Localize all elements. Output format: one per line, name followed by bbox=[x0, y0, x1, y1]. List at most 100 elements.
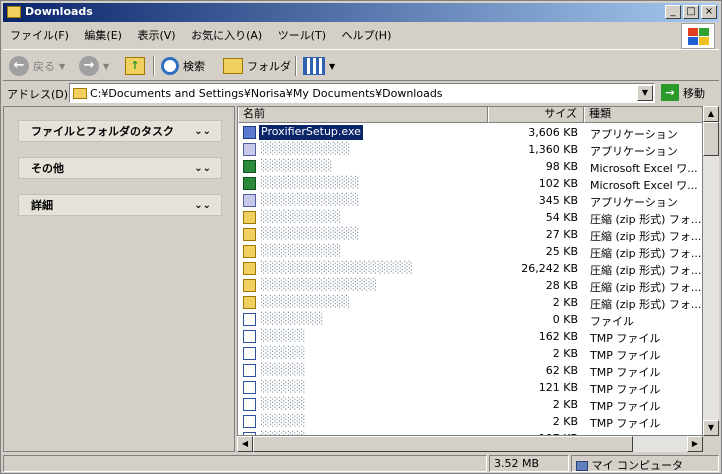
horizontal-scrollbar[interactable]: ◀ ▶ bbox=[237, 436, 703, 452]
column-header-name[interactable]: 名前 bbox=[238, 107, 488, 123]
menu-file[interactable]: ファイル(F) bbox=[5, 25, 74, 45]
chevron-double-down-icon[interactable]: ⌄⌄ bbox=[194, 126, 211, 137]
file-row[interactable]: ░░░░░░░░░░ 1,360 KB アプリケーション bbox=[238, 141, 702, 158]
folder-icon bbox=[7, 6, 21, 18]
scroll-left-button[interactable]: ◀ bbox=[237, 436, 253, 452]
file-size: 2 KB bbox=[552, 296, 578, 309]
app-icon bbox=[243, 143, 256, 156]
task-file-folder-tasks[interactable]: ファイルとフォルダのタスク ⌄⌄ bbox=[18, 120, 222, 142]
close-button[interactable]: × bbox=[701, 5, 717, 19]
scroll-thumb-horizontal[interactable] bbox=[253, 436, 633, 452]
file-row[interactable]: ░░░░░░░░░░░░░ 28 KB 圧縮 (zip 形式) フォ... bbox=[238, 277, 702, 294]
file-size: 0 KB bbox=[552, 313, 578, 326]
status-size: 3.52 MB bbox=[489, 455, 569, 472]
views-button[interactable]: ▼ bbox=[303, 54, 335, 78]
menu-tools[interactable]: ツール(T) bbox=[273, 25, 331, 45]
file-row[interactable]: ProxifierSetup.exe 3,606 KB アプリケーション bbox=[238, 124, 702, 141]
scroll-down-button[interactable]: ▼ bbox=[703, 420, 719, 436]
chevron-double-down-icon[interactable]: ⌄⌄ bbox=[194, 163, 211, 174]
file-row[interactable]: ░░░░░ 162 KB TMP ファイル bbox=[238, 328, 702, 345]
file-row[interactable]: ░░░░░░░░ 98 KB Microsoft Excel ワ... bbox=[238, 158, 702, 175]
scroll-right-button[interactable]: ▶ bbox=[687, 436, 703, 452]
address-path: C:¥Documents and Settings¥Norisa¥My Docu… bbox=[90, 87, 443, 100]
file-name: ░░░░░░░░░░░ bbox=[261, 227, 360, 240]
task-details[interactable]: 詳細 ⌄⌄ bbox=[18, 194, 222, 216]
app-icon bbox=[243, 194, 256, 207]
chevron-double-down-icon[interactable]: ⌄⌄ bbox=[194, 200, 211, 211]
file-size: 54 KB bbox=[545, 211, 578, 224]
search-button[interactable]: 検索 bbox=[161, 54, 205, 78]
folders-label: フォルダ bbox=[247, 60, 291, 73]
file-row[interactable]: ░░░░░ 62 KB TMP ファイル bbox=[238, 362, 702, 379]
file-row[interactable]: ░░░░░░░░░░░ 27 KB 圧縮 (zip 形式) フォ... bbox=[238, 226, 702, 243]
task-label: 詳細 bbox=[31, 199, 53, 212]
file-row[interactable]: ░░░░░ 2 KB TMP ファイル bbox=[238, 396, 702, 413]
vertical-scrollbar[interactable]: ▲ ▼ bbox=[703, 106, 719, 436]
views-icon bbox=[303, 57, 325, 75]
go-button[interactable]: → 移動 bbox=[661, 84, 705, 101]
file-row[interactable]: ░░░░░░░░░░░ 102 KB Microsoft Excel ワ... bbox=[238, 175, 702, 192]
file-row[interactable]: ░░░░░░░ 0 KB ファイル bbox=[238, 311, 702, 328]
file-row[interactable]: ░░░░░░░░░░ 2 KB 圧縮 (zip 形式) フォ... bbox=[238, 294, 702, 311]
file-type: アプリケーション bbox=[590, 128, 678, 141]
forward-arrow-icon: → bbox=[79, 56, 99, 76]
maximize-button[interactable]: □ bbox=[683, 5, 699, 19]
file-icon bbox=[243, 381, 256, 394]
column-header-size[interactable]: サイズ bbox=[488, 107, 584, 123]
menu-edit[interactable]: 編集(E) bbox=[79, 25, 127, 45]
file-row[interactable]: ░░░░░░░░░░░░░░░░░ 26,242 KB 圧縮 (zip 形式) フォ… bbox=[238, 260, 702, 277]
file-row[interactable]: ░░░░░░░░░░░ 345 KB アプリケーション bbox=[238, 192, 702, 209]
back-button[interactable]: ← 戻る ▼ bbox=[9, 54, 65, 78]
address-input[interactable]: C:¥Documents and Settings¥Norisa¥My Docu… bbox=[69, 83, 655, 103]
file-name: ░░░░░ bbox=[261, 329, 306, 342]
up-folder-button[interactable]: ↑ bbox=[125, 54, 145, 78]
menu-favorites[interactable]: お気に入り(A) bbox=[186, 25, 267, 45]
menu-help[interactable]: ヘルプ(H) bbox=[337, 25, 397, 45]
scroll-thumb-vertical[interactable] bbox=[703, 122, 719, 156]
file-type: TMP ファイル bbox=[590, 332, 661, 345]
file-icon bbox=[243, 330, 256, 343]
file-size: 62 KB bbox=[545, 364, 578, 377]
file-size: 162 KB bbox=[538, 330, 578, 343]
folder-up-icon: ↑ bbox=[125, 57, 145, 75]
back-label: 戻る bbox=[33, 60, 55, 73]
zip-icon bbox=[243, 262, 256, 275]
file-type: TMP ファイル bbox=[590, 349, 661, 362]
file-list[interactable]: 名前 サイズ 種類 ProxifierSetup.exe 3,606 KB アプリケ… bbox=[237, 106, 703, 436]
file-name: ░░░░░ bbox=[261, 380, 306, 393]
file-row[interactable]: ░░░░░ 2 KB TMP ファイル bbox=[238, 345, 702, 362]
file-type: 圧縮 (zip 形式) フォ... bbox=[590, 298, 702, 311]
excel-icon bbox=[243, 160, 256, 173]
file-row[interactable]: ░░░░░░░░░ 25 KB 圧縮 (zip 形式) フォ... bbox=[238, 243, 702, 260]
minimize-button[interactable]: _ bbox=[665, 5, 681, 19]
forward-button[interactable]: → ▼ bbox=[79, 54, 109, 78]
file-size: 2 KB bbox=[552, 398, 578, 411]
file-icon bbox=[243, 347, 256, 360]
task-other-places[interactable]: その他 ⌄⌄ bbox=[18, 157, 222, 179]
column-header-type[interactable]: 種類 bbox=[584, 107, 702, 123]
file-type: Microsoft Excel ワ... bbox=[590, 162, 698, 175]
status-location: マイ コンピュータ bbox=[571, 455, 719, 472]
file-type: アプリケーション bbox=[590, 196, 678, 209]
file-row[interactable]: ░░░░░░░░░ 54 KB 圧縮 (zip 形式) フォ... bbox=[238, 209, 702, 226]
zip-icon bbox=[243, 211, 256, 224]
file-name: ░░░░░ bbox=[261, 363, 306, 376]
file-size: 2 KB bbox=[552, 415, 578, 428]
file-name: ░░░░░░░░░░░░░░░░░ bbox=[261, 261, 414, 274]
scrollbar-corner bbox=[703, 436, 719, 452]
status-panel-empty bbox=[3, 455, 487, 472]
address-dropdown-button[interactable]: ▼ bbox=[637, 85, 653, 101]
go-label: 移動 bbox=[683, 86, 705, 100]
status-location-label: マイ コンピュータ bbox=[591, 459, 684, 472]
file-row[interactable]: ░░░░░ 2 KB TMP ファイル bbox=[238, 413, 702, 430]
folders-button[interactable]: フォルダ bbox=[223, 54, 291, 78]
title-bar[interactable]: Downloads _ □ × bbox=[3, 3, 719, 22]
go-arrow-icon: → bbox=[661, 84, 679, 101]
chevron-down-icon: ▼ bbox=[329, 61, 336, 71]
scroll-up-button[interactable]: ▲ bbox=[703, 106, 719, 122]
chevron-down-icon: ▼ bbox=[103, 61, 110, 71]
file-row[interactable]: ░░░░░ 121 KB TMP ファイル bbox=[238, 379, 702, 396]
file-type: Microsoft Excel ワ... bbox=[590, 179, 698, 192]
menu-view[interactable]: 表示(V) bbox=[132, 25, 180, 45]
search-icon bbox=[161, 57, 179, 75]
